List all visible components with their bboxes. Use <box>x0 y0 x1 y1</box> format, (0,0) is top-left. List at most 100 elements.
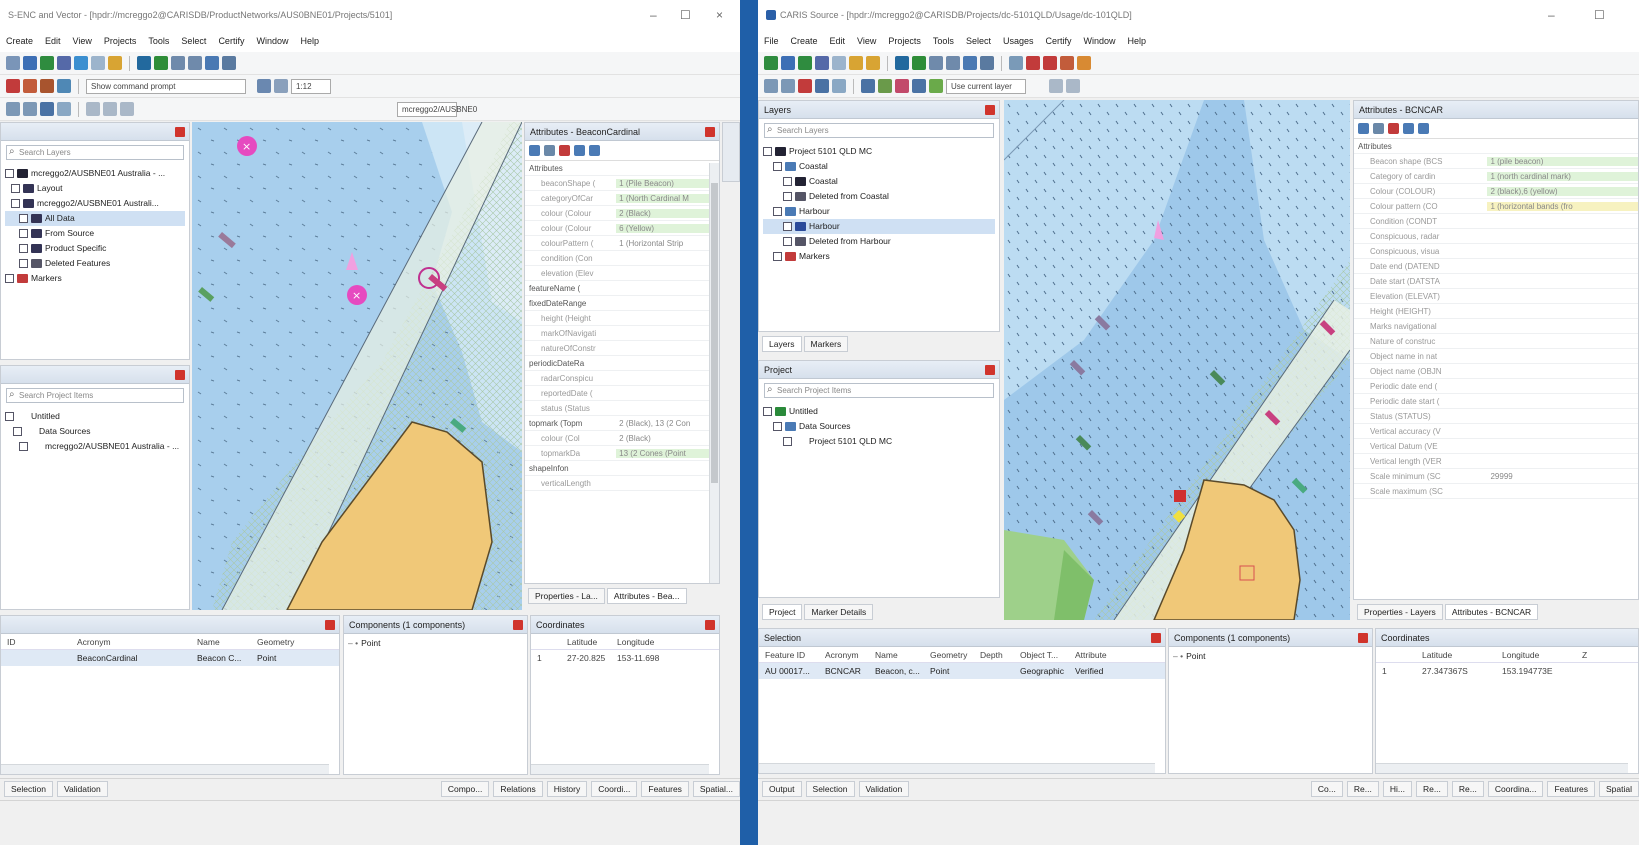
attribute-row[interactable]: reportedDate ( <box>525 386 719 401</box>
checkbox[interactable] <box>783 192 792 201</box>
tree-item[interactable]: Coastal <box>763 159 995 174</box>
bottom-tab[interactable]: Spatial... <box>692 780 740 797</box>
tree-item[interactable]: Deleted from Harbour <box>763 234 995 249</box>
attribute-row[interactable]: colour (Col 2 (Black) <box>525 431 719 446</box>
save-icon[interactable] <box>23 56 37 70</box>
tab-layers[interactable]: Layers <box>762 336 802 352</box>
attribute-row[interactable]: condition (Con <box>525 251 719 266</box>
tool-icon-2[interactable] <box>103 102 117 116</box>
bottom-tab[interactable]: Relations <box>493 780 543 797</box>
bottom-tab[interactable]: Coordi... <box>591 780 638 797</box>
menu-item-certify[interactable]: Certify <box>1045 36 1071 46</box>
tree-item[interactable]: mcreggo2/AUSBNE01 Australia - ... <box>5 166 185 181</box>
attribute-row[interactable]: markOfNavigati <box>525 326 719 341</box>
tool-icon-6[interactable] <box>929 79 943 93</box>
tree-item[interactable]: Markers <box>5 271 185 286</box>
bottom-tab-selection[interactable]: Selection <box>805 780 855 797</box>
bottom-tab[interactable]: Re... <box>1451 780 1484 797</box>
checkbox[interactable] <box>5 412 14 421</box>
attribute-value[interactable]: 1 (north cardinal mark) <box>1487 171 1638 181</box>
menu-item-window[interactable]: Window <box>256 36 288 46</box>
bottom-tab[interactable]: Re... <box>1415 780 1448 797</box>
attribute-row[interactable]: Date end (DATEND <box>1354 259 1638 274</box>
close-icon[interactable] <box>985 365 995 375</box>
sort-alpha-icon[interactable] <box>544 145 555 156</box>
tree-item[interactable]: Data Sources <box>763 419 995 434</box>
tree-item[interactable]: Harbour <box>763 219 995 234</box>
close-icon[interactable] <box>1358 633 1368 643</box>
checkbox[interactable] <box>19 244 28 253</box>
selected-beacon-icon[interactable] <box>1174 490 1186 502</box>
menu-item-edit[interactable]: Edit <box>45 36 61 46</box>
filter-icon[interactable] <box>559 145 570 156</box>
database-icon[interactable] <box>815 56 829 70</box>
attribute-row[interactable]: fixedDateRange <box>525 296 719 311</box>
draw-icon[interactable] <box>764 79 778 93</box>
pan-icon[interactable] <box>205 56 219 70</box>
bottom-tab[interactable]: Hi... <box>1382 780 1412 797</box>
bottom-tab[interactable]: Re... <box>1346 780 1379 797</box>
feature-icon[interactable] <box>6 79 20 93</box>
attribute-value[interactable]: 1 (pile beacon) <box>1487 156 1638 166</box>
attribute-row[interactable]: colour (Colour 2 (Black) <box>525 206 719 221</box>
tool-icon-8[interactable] <box>1066 79 1080 93</box>
attribute-value[interactable]: 2 (black),6 (yellow) <box>1487 186 1638 196</box>
edit-icon[interactable] <box>91 56 105 70</box>
selection-scrollbar[interactable] <box>1 764 329 774</box>
attribute-row[interactable]: Status (STATUS) <box>1354 409 1638 424</box>
bottom-tab-selection[interactable]: Selection <box>4 780 53 797</box>
command-icon-2[interactable] <box>274 79 288 93</box>
attribute-row[interactable]: Vertical length (VER <box>1354 454 1638 469</box>
move-icon[interactable] <box>815 79 829 93</box>
delete-icon[interactable] <box>798 79 812 93</box>
layers-search-input[interactable]: Search Layers <box>6 145 184 160</box>
close-icon[interactable] <box>175 127 185 137</box>
attribute-value[interactable]: 2 (Black) <box>616 434 719 443</box>
bottom-tab[interactable]: Features <box>641 780 689 797</box>
attribute-value[interactable]: 1 (Pile Beacon) <box>616 178 719 188</box>
attribute-row[interactable]: Conspicuous, radar <box>1354 229 1638 244</box>
check-icon[interactable] <box>74 56 88 70</box>
attribute-row[interactable]: Height (HEIGHT) <box>1354 304 1638 319</box>
tree-item[interactable]: Untitled <box>5 409 185 424</box>
attribute-row[interactable]: Colour (COLOUR) 2 (black),6 (yellow) <box>1354 184 1638 199</box>
tab-marker-details[interactable]: Marker Details <box>804 604 874 620</box>
coordinates-scrollbar[interactable] <box>1376 763 1628 773</box>
feature-icon[interactable] <box>1026 56 1040 70</box>
list-icon[interactable] <box>589 145 600 156</box>
layer-combo[interactable]: Use current layer <box>946 78 1026 94</box>
database-field[interactable]: mcreggo2/AUSBNE0 <box>397 101 477 117</box>
attribute-row[interactable]: Conspicuous, visua <box>1354 244 1638 259</box>
draw-icon-2[interactable] <box>781 79 795 93</box>
tree-item[interactable]: Coastal <box>763 174 995 189</box>
feature-icon-3[interactable] <box>40 79 54 93</box>
tab-properties[interactable]: Properties - Layers <box>1357 604 1443 620</box>
draw-icon-2[interactable] <box>23 102 37 116</box>
layers-search-input[interactable]: Search Layers <box>764 123 994 138</box>
menu-item-usages[interactable]: Usages <box>1003 36 1034 46</box>
sort-icon[interactable] <box>529 145 540 156</box>
attribute-value[interactable]: 6 (Yellow) <box>616 223 719 233</box>
tree-item[interactable]: Harbour <box>763 204 995 219</box>
right-chart-canvas[interactable] <box>1004 100 1350 620</box>
tool-icon-5[interactable] <box>912 79 926 93</box>
menu-item-create[interactable]: Create <box>6 36 33 46</box>
certify-icon[interactable] <box>849 56 863 70</box>
checkbox[interactable] <box>773 162 782 171</box>
snap-icon[interactable] <box>57 102 71 116</box>
checkbox[interactable] <box>5 274 14 283</box>
checkbox[interactable] <box>13 427 22 436</box>
attribute-row[interactable]: Colour pattern (CO 1 (horizontal bands (f… <box>1354 199 1638 214</box>
tree-item[interactable]: Layout <box>5 181 185 196</box>
zoom-extents-icon[interactable] <box>895 56 909 70</box>
checkbox[interactable] <box>773 207 782 216</box>
menu-item-certify[interactable]: Certify <box>218 36 244 46</box>
tool-icon-2[interactable] <box>861 79 875 93</box>
close-icon[interactable] <box>175 370 185 380</box>
zoom-in-icon[interactable] <box>929 56 943 70</box>
attribute-row[interactable]: periodicDateRa <box>525 356 719 371</box>
menu-item-projects[interactable]: Projects <box>104 36 137 46</box>
attribute-row[interactable]: Nature of construc <box>1354 334 1638 349</box>
tool-icon[interactable] <box>1009 56 1023 70</box>
attribute-row[interactable]: Object name in nat <box>1354 349 1638 364</box>
